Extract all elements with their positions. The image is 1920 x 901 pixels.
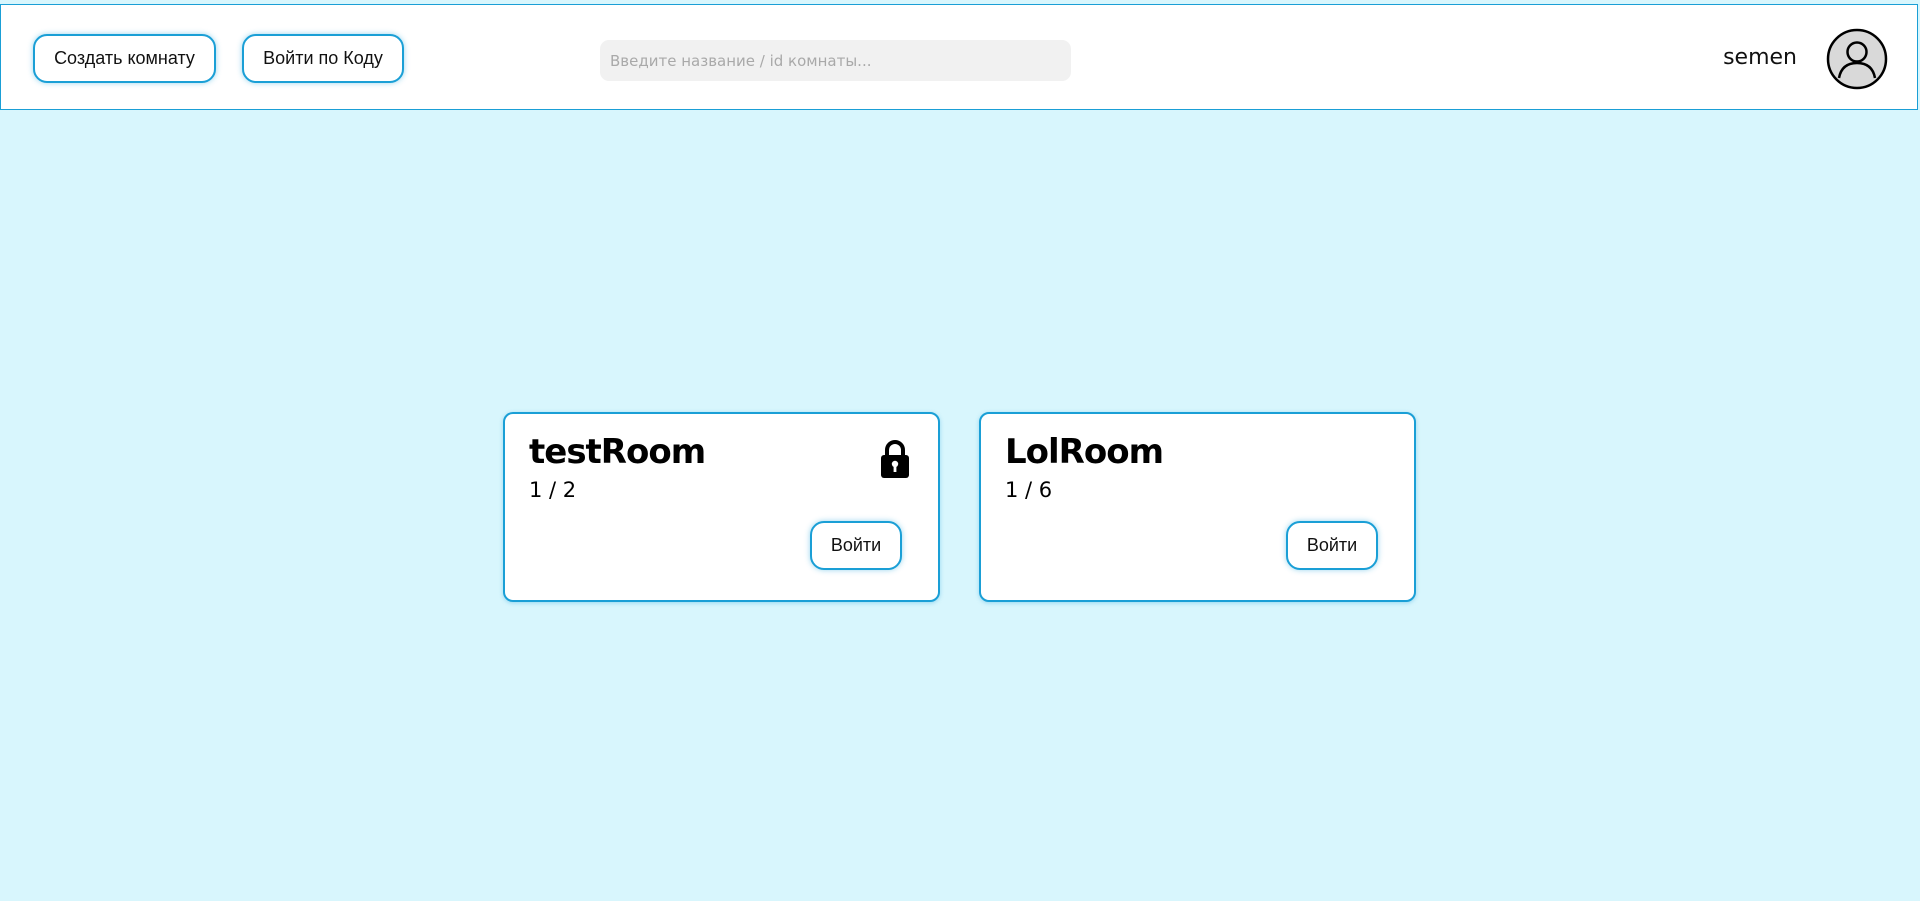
- room-card: LolRoom 1 / 6 Войти: [979, 412, 1416, 602]
- enter-room-button[interactable]: Войти: [1286, 521, 1378, 570]
- create-room-button[interactable]: Создать комнату: [33, 34, 216, 83]
- room-search-input[interactable]: [600, 40, 1071, 81]
- room-player-count: 1 / 2: [529, 478, 577, 502]
- room-name: testRoom: [529, 432, 706, 472]
- room-card: testRoom 1 / 2 Войти: [503, 412, 940, 602]
- top-bar: Создать комнату Войти по Коду semen: [0, 4, 1918, 110]
- username: semen: [1723, 45, 1797, 70]
- room-player-count: 1 / 6: [1005, 478, 1053, 502]
- user-circle-icon[interactable]: [1826, 28, 1888, 90]
- lock-icon: [881, 440, 909, 478]
- join-by-code-button[interactable]: Войти по Коду: [242, 34, 404, 83]
- enter-room-button[interactable]: Войти: [810, 521, 902, 570]
- room-name: LolRoom: [1005, 432, 1164, 472]
